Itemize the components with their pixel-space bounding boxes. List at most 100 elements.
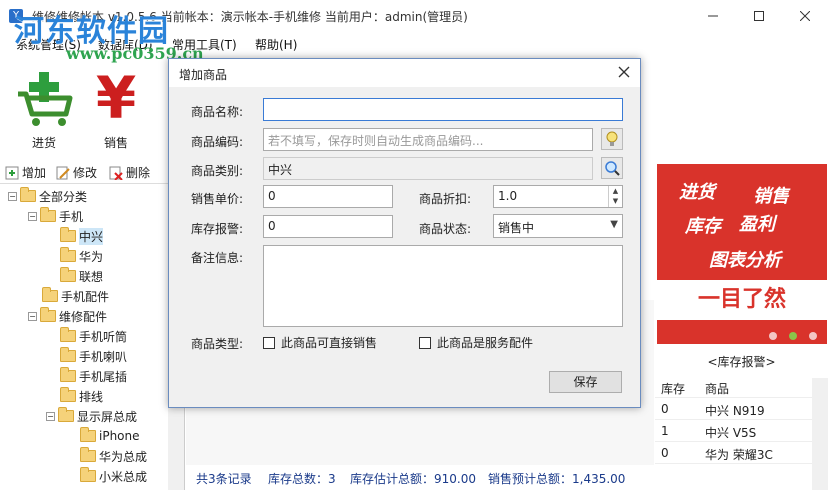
add-icon bbox=[5, 166, 19, 179]
delete-category-button[interactable]: 删除 bbox=[109, 164, 150, 181]
direct-sale-checkbox[interactable]: 此商品可直接销售 bbox=[263, 334, 377, 351]
cell-stock: 1 bbox=[661, 424, 669, 438]
tree-node-flex-cable[interactable]: 排线 bbox=[60, 386, 103, 406]
folder-icon bbox=[42, 287, 58, 302]
status-select[interactable]: 销售中 ▼ bbox=[493, 214, 623, 238]
tree-node-label: 显示屏总成 bbox=[77, 409, 138, 424]
stock-alert-scrollbar[interactable] bbox=[812, 378, 828, 490]
table-row[interactable]: 0 华为 荣耀3C bbox=[655, 442, 813, 464]
edit-category-button[interactable]: 修改 bbox=[56, 164, 97, 181]
tree-node-iphone[interactable]: iPhone bbox=[80, 426, 140, 446]
status-select-value: 销售中 bbox=[498, 221, 535, 235]
close-button[interactable] bbox=[782, 0, 828, 32]
tree-node-all[interactable]: − 全部分类 bbox=[8, 186, 87, 206]
dialog-title: 增加商品 bbox=[179, 68, 228, 82]
banner-text: 进货 bbox=[679, 182, 715, 203]
tree-node-label: 华为 bbox=[79, 249, 104, 264]
search-icon bbox=[605, 161, 620, 176]
tree-node-zte[interactable]: 中兴 bbox=[60, 226, 104, 246]
status-bar: 共3条记录 库存总数：3 库存估计总额：910.00 销售预计总额：1,435.… bbox=[186, 467, 654, 490]
folder-icon bbox=[20, 187, 36, 202]
category-toolbar: 增加 修改 删除 bbox=[0, 160, 185, 184]
tree-node-phone-accessories[interactable]: 手机配件 bbox=[42, 286, 109, 306]
tree-node-xiaomi-assembly[interactable]: 小米总成 bbox=[80, 466, 147, 486]
tree-node-label: 华为总成 bbox=[99, 449, 148, 464]
discount-stepper[interactable]: 1.0 ▲ ▼ bbox=[493, 185, 623, 208]
delete-label: 删除 bbox=[126, 166, 151, 180]
yen-icon: ¥ bbox=[96, 64, 136, 132]
save-button[interactable]: 保存 bbox=[549, 371, 622, 393]
tree-node-speaker[interactable]: 手机喇叭 bbox=[60, 346, 127, 366]
note-textarea[interactable] bbox=[263, 245, 623, 327]
menu-help[interactable]: 帮助(H) bbox=[255, 36, 297, 53]
folder-icon bbox=[58, 407, 74, 422]
cell-product: 华为 荣耀3C bbox=[705, 448, 773, 462]
direct-sale-label: 此商品可直接销售 bbox=[281, 336, 378, 350]
dialog-title-bar: 增加商品 bbox=[169, 59, 640, 87]
status-stock-value: 库存估计总额：910.00 bbox=[350, 472, 476, 486]
carousel-dot[interactable] bbox=[809, 332, 817, 340]
purchase-button[interactable]: 进货 bbox=[14, 58, 74, 154]
tree-node-lenovo[interactable]: 联想 bbox=[60, 266, 103, 286]
status-records: 共3条记录 bbox=[196, 472, 252, 486]
product-category-field[interactable]: 中兴 bbox=[263, 157, 593, 180]
right-pane: 进货 销售 库存 盈利 图表分析 一目了然 <库存报警> 库存 商品 0 中兴 … bbox=[655, 160, 828, 490]
checkbox-box[interactable] bbox=[263, 336, 275, 349]
sales-button[interactable]: ¥ 销售 bbox=[86, 58, 146, 154]
tree-node-phone[interactable]: − 手机 bbox=[28, 206, 83, 226]
dialog-close-button[interactable] bbox=[614, 63, 634, 83]
carousel-dot-active[interactable] bbox=[789, 332, 797, 340]
note-label: 备注信息: bbox=[191, 251, 244, 265]
carousel-dot[interactable] bbox=[769, 332, 777, 340]
edit-label: 修改 bbox=[73, 166, 98, 180]
minimize-icon bbox=[708, 15, 718, 17]
collapse-icon[interactable]: − bbox=[8, 191, 17, 201]
folder-icon bbox=[60, 367, 76, 382]
tree-node-label: 手机听筒 bbox=[79, 329, 128, 344]
tree-node-huawei-assembly[interactable]: 华为总成 bbox=[80, 446, 147, 466]
collapse-icon[interactable]: − bbox=[28, 211, 37, 221]
spin-buttons[interactable]: ▲ ▼ bbox=[608, 186, 622, 207]
folder-icon bbox=[80, 427, 96, 442]
add-category-button[interactable]: 增加 bbox=[5, 164, 46, 181]
add-label: 增加 bbox=[22, 166, 47, 180]
stock-alert-label: 库存报警: bbox=[191, 222, 244, 236]
add-product-dialog: 增加商品 商品名称: 商品编码: 若不填写，保存时则自动生成商品编码... 商品… bbox=[168, 58, 641, 408]
table-row[interactable]: 1 中兴 V5S bbox=[655, 420, 813, 442]
promo-banner: 进货 销售 库存 盈利 图表分析 一目了然 bbox=[657, 164, 827, 344]
product-name-input[interactable] bbox=[263, 98, 623, 121]
generate-code-button[interactable] bbox=[601, 128, 623, 150]
tree-node-display-assembly[interactable]: − 显示屏总成 bbox=[46, 406, 137, 426]
column-header[interactable]: 库存 bbox=[661, 380, 685, 397]
code-label: 商品编码: bbox=[191, 135, 244, 149]
stock-alert-input[interactable]: 0 bbox=[263, 215, 393, 238]
service-part-checkbox[interactable]: 此商品是服务配件 bbox=[419, 334, 533, 351]
product-code-input[interactable]: 若不填写，保存时则自动生成商品编码... bbox=[263, 128, 593, 151]
delete-icon bbox=[109, 166, 123, 180]
select-category-button[interactable] bbox=[601, 157, 623, 179]
cell-product: 中兴 N919 bbox=[705, 404, 765, 418]
tree-node-label: 手机 bbox=[59, 209, 84, 224]
minimize-button[interactable] bbox=[690, 0, 736, 32]
banner-slogan: 一目了然 bbox=[657, 280, 827, 320]
price-input[interactable]: 0 bbox=[263, 185, 393, 208]
folder-icon bbox=[40, 307, 56, 322]
name-label: 商品名称: bbox=[191, 105, 244, 119]
collapse-icon[interactable]: − bbox=[28, 311, 37, 321]
table-row[interactable]: 0 中兴 N919 bbox=[655, 398, 813, 420]
tree-node-tail-plug[interactable]: 手机尾插 bbox=[60, 366, 127, 386]
type-label: 商品类型: bbox=[191, 337, 244, 351]
column-header[interactable]: 商品 bbox=[705, 380, 729, 397]
category-label: 商品类别: bbox=[191, 164, 244, 178]
tree-node-repair-parts[interactable]: − 维修配件 bbox=[28, 306, 107, 326]
tree-node-earpiece[interactable]: 手机听筒 bbox=[60, 326, 127, 346]
maximize-button[interactable] bbox=[736, 0, 782, 32]
cell-product: 中兴 V5S bbox=[705, 426, 757, 440]
tree-node-huawei[interactable]: 华为 bbox=[60, 246, 103, 266]
checkbox-box[interactable] bbox=[419, 336, 431, 349]
svg-text:¥: ¥ bbox=[96, 64, 136, 128]
folder-icon bbox=[80, 447, 96, 462]
tree-node-label: 手机配件 bbox=[61, 289, 110, 304]
collapse-icon[interactable]: − bbox=[46, 411, 55, 421]
tree-node-label: 小米总成 bbox=[99, 469, 148, 484]
